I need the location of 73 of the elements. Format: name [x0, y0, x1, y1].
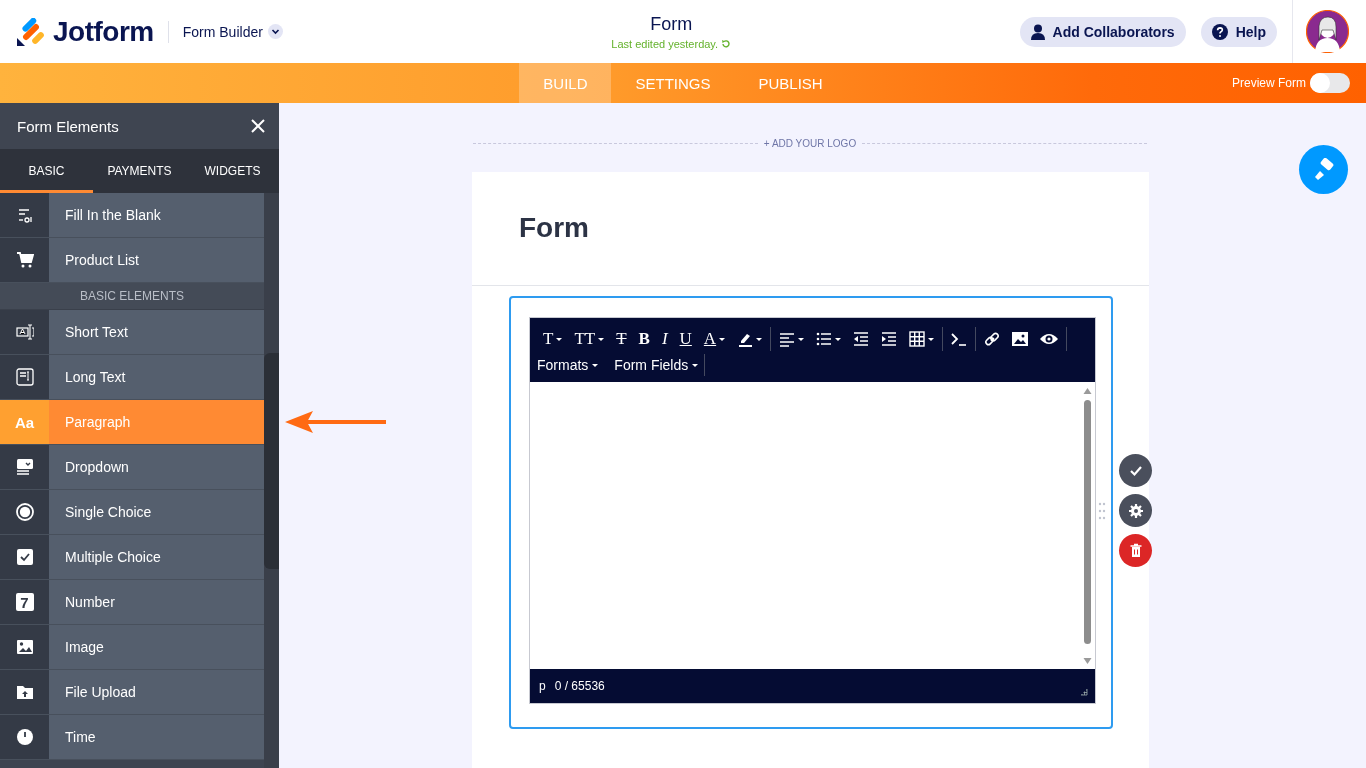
format-button[interactable]: A: [697, 326, 732, 352]
character-count: 0 / 65536: [554, 679, 605, 693]
panel-tab[interactable]: PAYMENTS: [93, 149, 186, 193]
clock-icon: [15, 728, 34, 746]
format-button[interactable]: U: [673, 326, 698, 352]
element-item[interactable]: File Upload: [49, 670, 264, 714]
format-button[interactable]: TT: [568, 326, 611, 352]
long-text-icon: [15, 368, 34, 386]
scrollbar-thumb[interactable]: [264, 353, 279, 569]
refresh-icon: [721, 38, 732, 49]
form-heading: Form: [472, 172, 1149, 286]
section-header: BASIC ELEMENTS: [0, 283, 264, 310]
settings-icon: [1126, 501, 1145, 520]
number-icon: 7: [15, 593, 34, 611]
format-button[interactable]: T: [537, 326, 569, 352]
confirm-button[interactable]: [1119, 454, 1152, 487]
upload-icon: [15, 683, 34, 701]
align-left-icon: [779, 331, 796, 347]
element-item[interactable]: Number: [49, 580, 264, 624]
element-item[interactable]: Image: [49, 625, 264, 669]
delete-button[interactable]: [1119, 534, 1152, 567]
add-logo-link[interactable]: + ADD YOUR LOGO: [763, 138, 857, 149]
help-button[interactable]: Help: [1200, 16, 1277, 47]
preview-toggle[interactable]: [1310, 73, 1350, 93]
link-icon: [984, 331, 1001, 347]
element-item[interactable]: Single Choice: [49, 490, 264, 534]
element-item[interactable]: Multiple Choice: [49, 535, 264, 579]
format-button[interactable]: T: [610, 326, 633, 352]
format-button[interactable]: I: [655, 326, 674, 352]
last-edited-text: Last edited yesterday.: [611, 37, 719, 50]
checkbox-icon: [15, 548, 34, 566]
panel-title: Form Elements: [17, 117, 119, 135]
dropdown-icon: [15, 458, 34, 476]
highlighter-icon: [737, 331, 754, 347]
short-text-icon: [15, 323, 34, 341]
avatar-icon: [1306, 10, 1349, 53]
preview-form-label: Preview Form: [1232, 76, 1306, 90]
bullet-list-icon: [816, 331, 833, 347]
settings-button[interactable]: [1119, 494, 1152, 527]
app-menu[interactable]: Form Builder: [182, 23, 263, 40]
table-icon: [909, 331, 926, 347]
drag-handle-icon: [1098, 502, 1106, 520]
indent-icon: [881, 331, 898, 347]
person-icon: [1030, 23, 1045, 40]
resize-grip-icon: [1080, 688, 1088, 696]
image-icon: [15, 638, 34, 656]
add-collaborators-button[interactable]: Add Collaborators: [1019, 16, 1186, 47]
toolbar-menu[interactable]: Formats: [537, 354, 605, 376]
eye-icon: [1040, 331, 1059, 347]
image-icon: [1012, 331, 1029, 347]
logo-icon: [17, 17, 45, 46]
scrollbar[interactable]: [1083, 386, 1092, 666]
element-item[interactable]: Long Text: [49, 355, 264, 399]
element-path[interactable]: p: [539, 679, 546, 693]
format-button[interactable]: B: [632, 326, 656, 352]
text-icon: Aa: [14, 413, 35, 431]
close-icon[interactable]: [251, 119, 265, 133]
form-designer-button[interactable]: [1299, 145, 1348, 194]
code-icon: [951, 331, 968, 347]
element-item[interactable]: Product List: [49, 238, 264, 282]
element-item[interactable]: Fill In the Blank: [49, 193, 264, 237]
chevron-down-icon: [267, 24, 283, 39]
element-item[interactable]: Dropdown: [49, 445, 264, 489]
toolbar-menu[interactable]: Form Fields: [606, 354, 706, 376]
help-icon: [1211, 23, 1228, 40]
panel-tab[interactable]: WIDGETS: [186, 149, 279, 193]
element-item[interactable]: Time: [49, 715, 264, 759]
radio-icon: [15, 503, 34, 521]
outdent-icon: [853, 331, 870, 347]
cart-icon: [15, 251, 34, 269]
brand-name: Jotform: [53, 15, 154, 48]
element-item[interactable]: Short Text: [49, 310, 264, 354]
form-title: Form: [650, 13, 693, 35]
